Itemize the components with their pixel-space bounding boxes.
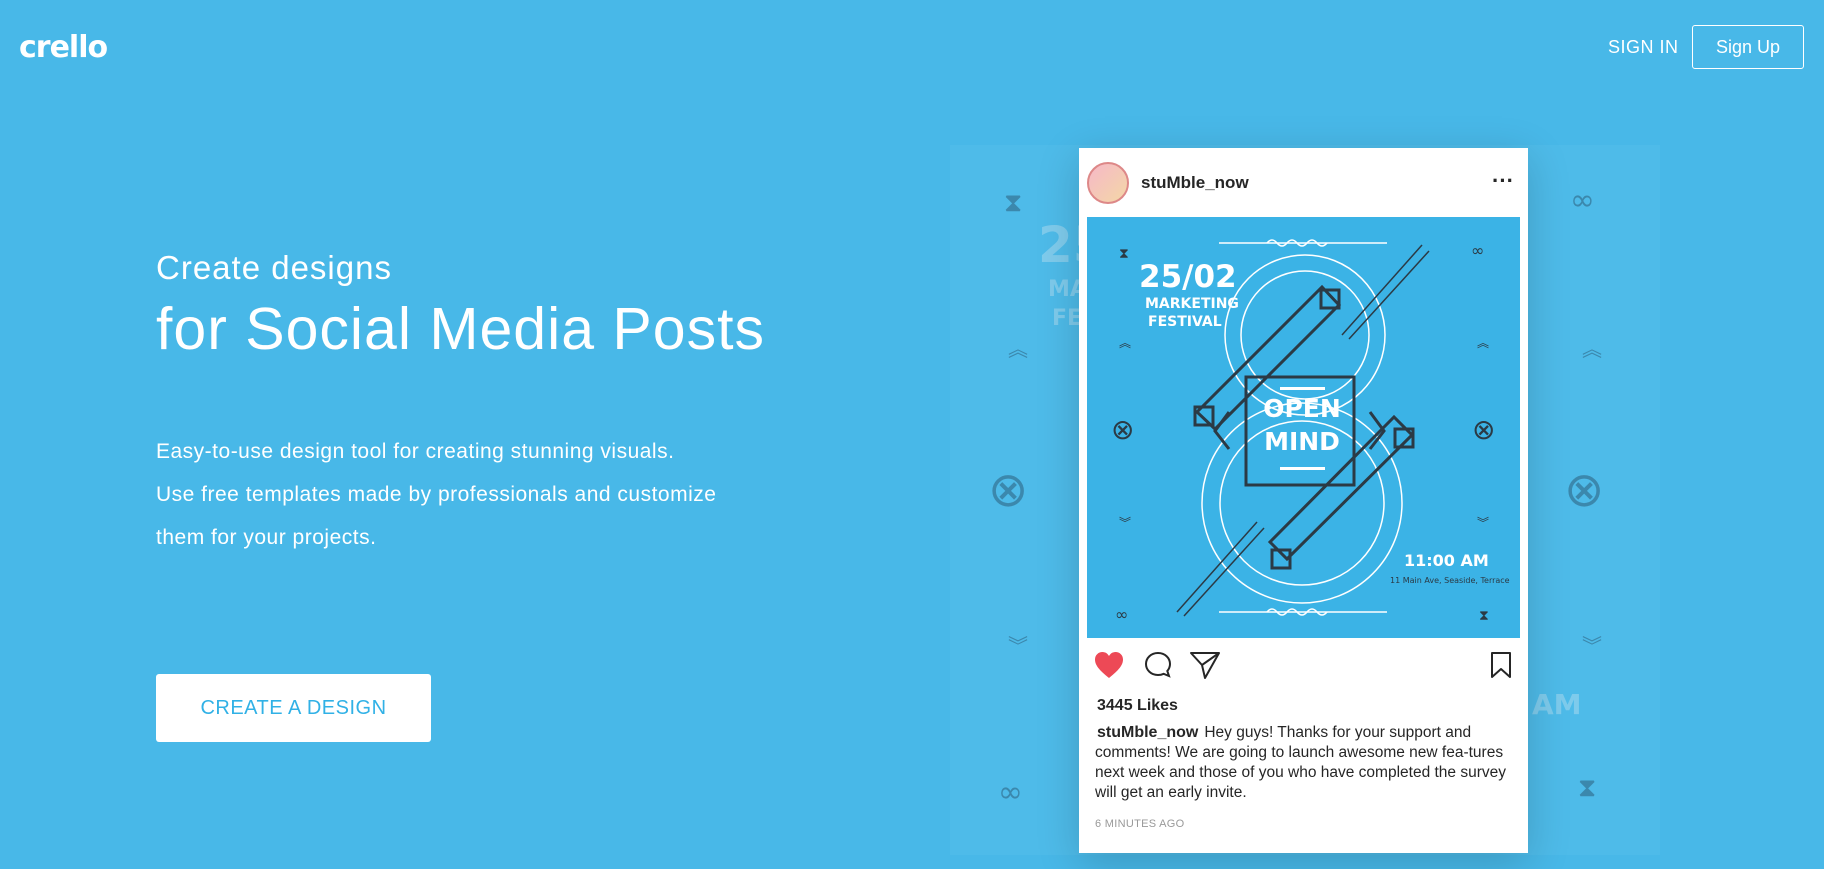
svg-text:∞: ∞ xyxy=(1471,241,1484,260)
svg-text:︾: ︾ xyxy=(1477,516,1489,530)
chevron-down-icon: ︾ xyxy=(1008,634,1028,658)
post-actions xyxy=(1079,650,1528,686)
comment-icon[interactable] xyxy=(1143,650,1173,680)
svg-text:⧗: ⧗ xyxy=(1479,608,1489,624)
post-image: ⧗ ∞ ︽ ︽ ⊗ ⊗ ︾ ︾ ∞ ⧗ 25/02 MARKETING FEST… xyxy=(1087,217,1520,638)
hourglass-icon: ⧗ xyxy=(1004,188,1023,218)
svg-text:⊗: ⊗ xyxy=(1111,413,1134,446)
hero-description: Easy-to-use design tool for creating stu… xyxy=(156,430,776,559)
hero-description-line: Use free templates made by professionals… xyxy=(156,483,717,506)
likes-count[interactable]: 3445 Likes xyxy=(1097,697,1178,715)
bookmark-icon[interactable] xyxy=(1489,650,1513,680)
sign-in-link[interactable]: SIGN IN xyxy=(1608,37,1679,58)
avatar[interactable] xyxy=(1087,162,1129,204)
caption-username[interactable]: stuMble_now xyxy=(1097,724,1198,741)
background-event-fragment: FE xyxy=(1052,306,1083,331)
hero-title: for Social Media Posts xyxy=(156,296,765,362)
svg-text:︾: ︾ xyxy=(1119,516,1131,530)
heart-icon[interactable] xyxy=(1093,650,1125,680)
hero-description-line: them for your projects. xyxy=(156,526,377,549)
poster-address: 11 Main Ave, Seaside, Terrace xyxy=(1390,576,1510,585)
poster-time: 11:00 AM xyxy=(1404,551,1489,570)
poster-headline: MIND xyxy=(1264,427,1340,456)
poster-artwork: ⧗ ∞ ︽ ︽ ⊗ ⊗ ︾ ︾ ∞ ⧗ 25/02 MARKETING FEST… xyxy=(1111,239,1510,624)
hero-kicker: Create designs xyxy=(156,249,392,286)
poster-headline: OPEN xyxy=(1263,394,1341,423)
chevron-down-icon: ︾ xyxy=(1582,634,1602,658)
fish-icon: ⊗ xyxy=(988,462,1029,518)
create-design-button[interactable]: CREATE A DESIGN xyxy=(156,674,431,742)
post-username[interactable]: stuMble_now xyxy=(1141,173,1249,193)
svg-text:︽: ︽ xyxy=(1477,336,1489,350)
chevron-up-icon: ︽ xyxy=(1008,337,1028,361)
more-icon[interactable]: ··· xyxy=(1492,168,1514,194)
hero-description-line: Easy-to-use design tool for creating stu… xyxy=(156,440,675,463)
poster-date: 25/02 xyxy=(1139,259,1237,295)
svg-text:⧗: ⧗ xyxy=(1119,246,1129,262)
infinity-icon: ∞ xyxy=(998,775,1023,810)
post-timestamp: 6 MINUTES AGO xyxy=(1095,818,1185,830)
hourglass-icon: ⧗ xyxy=(1578,773,1597,803)
svg-text:︽: ︽ xyxy=(1119,336,1131,350)
infinity-icon: ∞ xyxy=(1570,183,1595,218)
svg-text:⊗: ⊗ xyxy=(1472,413,1495,446)
poster-event-line: MARKETING xyxy=(1145,296,1239,312)
sign-up-button[interactable]: Sign Up xyxy=(1692,25,1804,69)
social-post-card: stuMble_now ··· ⧗ ∞ ︽ ︽ ⊗ ⊗ ︾ ︾ ∞ ⧗ 25/0… xyxy=(1079,148,1528,853)
chevron-up-icon: ︽ xyxy=(1582,337,1602,361)
svg-text:∞: ∞ xyxy=(1115,605,1128,624)
share-icon[interactable] xyxy=(1189,650,1221,680)
post-caption: stuMble_now Hey guys! Thanks for your sup… xyxy=(1095,723,1515,803)
background-time-fragment: AM xyxy=(1532,688,1582,721)
poster-event-line: FESTIVAL xyxy=(1148,314,1222,330)
crello-logo[interactable]: crello xyxy=(19,30,108,65)
fish-icon: ⊗ xyxy=(1564,462,1605,518)
